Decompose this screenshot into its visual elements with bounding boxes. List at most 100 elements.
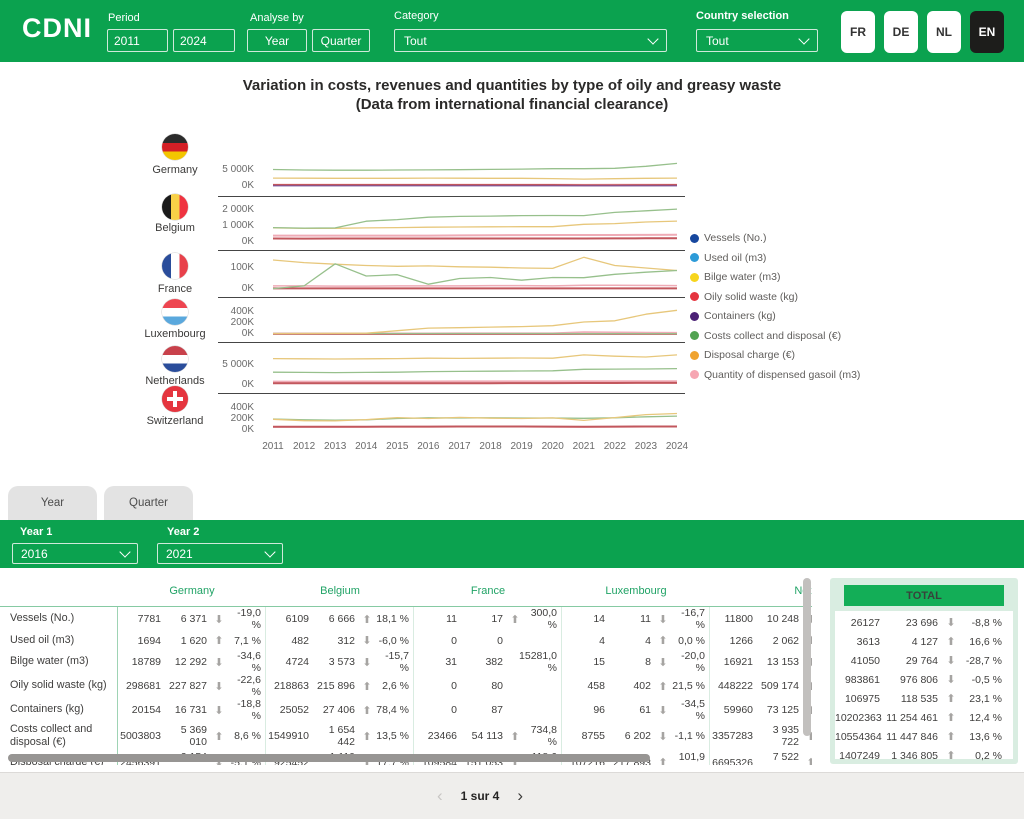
cell-year1: 5003803: [118, 730, 164, 742]
previous-page-icon[interactable]: ‹: [437, 786, 443, 806]
country-select[interactable]: Tout: [696, 29, 818, 52]
year2-select[interactable]: 2021: [157, 543, 283, 564]
table-row: Used oil (m3)16941 620⬆7,1 %482312⬇-6,0 …: [0, 631, 812, 650]
table-header-row: GermanyBelgiumFranceLuxembourgNetherland…: [0, 575, 812, 607]
legend-label: Quantity of dispensed gasoil (m3): [704, 369, 860, 381]
flag-switzerland: [162, 386, 188, 412]
cell-year1: 448222: [710, 680, 756, 692]
chart-separator: [218, 297, 685, 298]
x-axis-label: 2012: [288, 441, 320, 452]
legend-item[interactable]: Containers (kg): [690, 311, 860, 322]
trend-up-icon: ⬆: [941, 711, 961, 724]
y-axis-tick: 0K: [188, 283, 254, 295]
legend-item[interactable]: Disposal charge (€): [690, 350, 860, 361]
lang-button-nl[interactable]: NL: [927, 11, 961, 53]
y-axis-tick: 100K: [188, 262, 254, 274]
cell-year2: 80: [460, 680, 506, 692]
cell-year2: 11: [608, 613, 654, 625]
period-label: Period: [108, 12, 140, 24]
chart-separator: [218, 342, 685, 343]
cell-year2: 312: [312, 635, 358, 647]
trend-up-icon: ⬆: [210, 730, 228, 743]
total-row: 1020236311 254 461⬆12,4 %: [835, 708, 1013, 727]
tab-quarter[interactable]: Quarter: [104, 486, 193, 520]
cell-year1: 4724: [266, 656, 312, 668]
chevron-down-icon: [264, 546, 275, 557]
cell-year1: 59960: [710, 704, 756, 716]
legend-dot-icon: [690, 234, 699, 243]
tab-year[interactable]: Year: [8, 486, 97, 520]
cell-year2: 0: [460, 635, 506, 647]
trend-down-icon: ⬇: [210, 656, 228, 669]
cell-year2: 8: [608, 656, 654, 668]
y-axis-tick: 200K: [188, 317, 254, 329]
lang-button-fr[interactable]: FR: [841, 11, 875, 53]
x-axis-label: 2013: [319, 441, 351, 452]
trend-down-icon: ⬇: [210, 704, 228, 717]
column-header-luxembourg: Luxembourg: [562, 585, 710, 597]
cell-year1: 31: [414, 656, 460, 668]
cell-percent: 13,5 %: [376, 722, 414, 751]
analyse-quarter-button[interactable]: Quarter: [312, 29, 370, 52]
column-header-belgium: Belgium: [266, 585, 414, 597]
cell-year2: 3 573: [312, 656, 358, 668]
table-row: Containers (kg)2015416 731⬇-18,8 %250522…: [0, 698, 812, 722]
trend-up-icon: ⬆: [654, 680, 672, 693]
lang-button-en[interactable]: EN: [970, 11, 1004, 53]
row-label: Costs collect and disposal (€): [0, 722, 118, 751]
cell-percent: 300,0 %: [524, 607, 562, 631]
total-year2: 23 696: [883, 617, 941, 629]
cell-percent: 8,6 %: [228, 722, 266, 751]
total-year1: 3613: [835, 636, 883, 648]
cell-year2: 1 654 442: [312, 724, 358, 748]
cell-year1: 0: [414, 704, 460, 716]
legend-item[interactable]: Bilge water (m3): [690, 272, 860, 283]
cell-year2: 6 202: [608, 730, 654, 742]
cell-percent: [524, 674, 562, 698]
cell-year1: 25052: [266, 704, 312, 716]
y-axis-tick: 1 000K: [188, 220, 254, 232]
cell-year1: 218863: [266, 680, 312, 692]
trend-up-icon: ⬆: [358, 704, 376, 717]
x-axis-label: 2024: [661, 441, 693, 452]
cell-year2: 382: [460, 656, 506, 668]
legend-item[interactable]: Oily solid waste (kg): [690, 292, 860, 303]
period-from-input[interactable]: [107, 29, 168, 52]
legend-item[interactable]: Costs collect and disposal (€): [690, 331, 860, 342]
cell-year2: 5 369 010: [164, 724, 210, 748]
total-percent: -28,7 %: [961, 655, 1007, 667]
analyse-year-button[interactable]: Year: [247, 29, 307, 52]
table-horizontal-scrollbar[interactable]: [8, 754, 650, 762]
trend-up-icon: ⬆: [941, 635, 961, 648]
row-label: Bilge water (m3): [0, 650, 118, 674]
year1-select[interactable]: 2016: [12, 543, 138, 564]
category-label: Category: [394, 10, 439, 22]
cell-year1: 0: [414, 635, 460, 647]
table-row: Vessels (No.)77816 371⬇-19,0 %61096 666⬆…: [0, 607, 812, 631]
period-to-input[interactable]: [173, 29, 235, 52]
year2-label: Year 2: [167, 526, 199, 538]
table-vertical-scrollbar[interactable]: [803, 578, 811, 736]
top-bar: CDNI Period Analyse by Year Quarter Cate…: [0, 0, 1024, 62]
legend-item[interactable]: Quantity of dispensed gasoil (m3): [690, 370, 860, 381]
table-row: Bilge water (m3)1878912 292⬇-34,6 %47243…: [0, 650, 812, 674]
next-page-icon[interactable]: ›: [517, 786, 523, 806]
chart-separator: [218, 250, 685, 251]
trend-down-icon: ⬇: [210, 680, 228, 693]
cell-year1: 18789: [118, 656, 164, 668]
cell-year2: 54 113: [460, 730, 506, 742]
lang-button-de[interactable]: DE: [884, 11, 918, 53]
legend-item[interactable]: Used oil (m3): [690, 253, 860, 264]
total-row: 2612723 696⬇-8,8 %: [835, 613, 1013, 632]
legend-dot-icon: [690, 370, 699, 379]
y-axis-tick: 0K: [188, 424, 254, 436]
x-axis-label: 2014: [350, 441, 382, 452]
chevron-down-icon: [798, 33, 809, 44]
chevron-down-icon: [647, 33, 658, 44]
legend-dot-icon: [690, 331, 699, 340]
total-year1: 106975: [835, 693, 883, 705]
category-select[interactable]: Tout: [394, 29, 667, 52]
legend-item[interactable]: Vessels (No.): [690, 233, 860, 244]
total-row: 1055436411 447 846⬆13,6 %: [835, 727, 1013, 746]
cell-year2: 3 935 722: [756, 724, 802, 748]
